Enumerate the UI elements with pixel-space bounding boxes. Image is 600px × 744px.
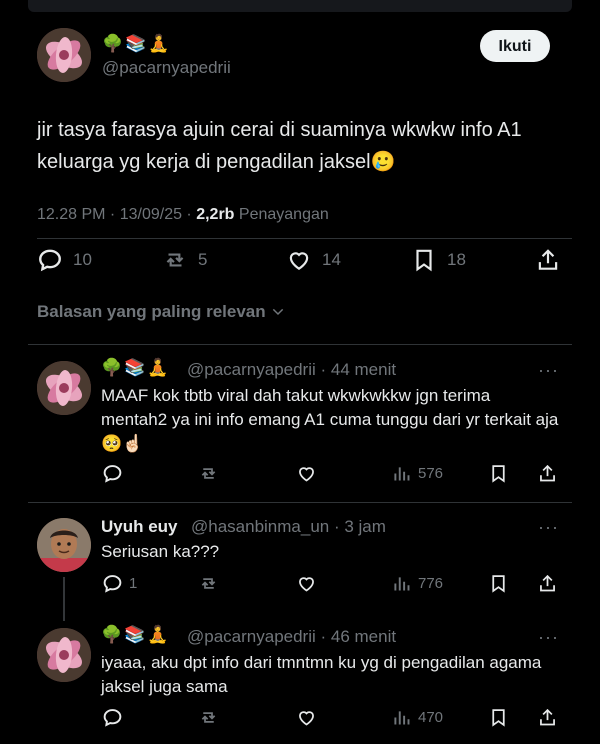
reply-button[interactable] [102, 463, 129, 484]
like-count: 14 [322, 250, 341, 269]
chevron-down-icon [272, 308, 283, 316]
profile-emojis: 🌳📚🧘 [101, 358, 171, 378]
retweet-icon [201, 712, 216, 723]
bookmark-icon [492, 575, 505, 593]
share-icon [540, 708, 555, 726]
avatar[interactable] [37, 628, 91, 682]
view-count: 576 [418, 465, 444, 482]
like-button[interactable]: 14 [286, 247, 341, 273]
flower-avatar-icon [37, 628, 91, 682]
avatar[interactable] [37, 28, 91, 82]
flower-avatar-icon [37, 361, 91, 415]
retweet-icon [201, 578, 216, 589]
share-button[interactable] [537, 573, 558, 594]
reply-text: iyaaa, aku dpt info dari tmntmn ku yg di… [101, 653, 542, 696]
view-count: 2,2rb [196, 206, 235, 223]
top-bar [28, 0, 572, 12]
like-button[interactable] [296, 463, 317, 484]
reply-text: Seriusan ka??? [101, 542, 220, 561]
retweet-icon [166, 253, 184, 267]
views-button[interactable]: 470 [391, 707, 443, 728]
thread-connector [63, 577, 65, 621]
heart-icon [289, 252, 309, 270]
more-options-icon[interactable]: ··· [538, 360, 559, 381]
views-label: Penayangan [234, 206, 329, 223]
bookmark-button[interactable]: 18 [411, 247, 466, 273]
bookmark-icon [492, 709, 505, 727]
views-button[interactable]: 776 [391, 573, 443, 594]
retweet-count: 5 [198, 250, 208, 269]
reply-handle-time[interactable]: @pacarnyapedrii · 46 menit [187, 627, 396, 647]
bookmark-button[interactable] [488, 707, 509, 728]
divider [28, 344, 572, 345]
heart-icon [299, 577, 314, 592]
share-icon [538, 249, 558, 270]
divider [37, 238, 572, 239]
view-count: 470 [418, 709, 444, 726]
reply-icon [103, 575, 122, 593]
tweet-text: jir tasya farasya ajuin cerai di suaminy… [37, 119, 522, 173]
retweet-button[interactable] [198, 707, 219, 728]
profile-emojis: 🌳📚🧘 [102, 34, 172, 54]
retweet-button[interactable]: 5 [162, 247, 207, 273]
divider [28, 502, 572, 503]
retweet-button[interactable] [198, 573, 219, 594]
reply-handle-time[interactable]: @pacarnyapedrii · 44 menit [187, 360, 396, 380]
reply-icon [103, 709, 122, 727]
share-button[interactable] [535, 247, 561, 273]
sort-replies-dropdown[interactable]: Balasan yang paling relevan [37, 302, 286, 322]
heart-icon [299, 711, 314, 726]
share-icon [540, 464, 555, 482]
reply-handle-time[interactable]: @hasanbinma_un · 3 jam [191, 517, 386, 537]
avatar[interactable] [37, 361, 91, 415]
heart-icon [299, 467, 314, 482]
views-button[interactable]: 576 [391, 463, 443, 484]
share-icon [540, 574, 555, 592]
retweet-button[interactable] [198, 463, 219, 484]
reply-button[interactable]: 10 [37, 247, 92, 273]
share-button[interactable] [537, 707, 558, 728]
author-handle[interactable]: @pacarnyapedrii [102, 58, 231, 78]
analytics-icon [394, 711, 410, 725]
bookmark-button[interactable] [488, 573, 509, 594]
person-avatar-icon [37, 518, 91, 572]
reply-button[interactable] [102, 707, 129, 728]
reply-icon [103, 465, 122, 483]
follow-button[interactable]: Ikuti [480, 30, 550, 62]
more-options-icon[interactable]: ··· [538, 627, 559, 648]
like-button[interactable] [296, 707, 317, 728]
bookmark-icon [492, 465, 505, 483]
tweet-meta: 12.28 PM · 13/09/25 · 2,2rb Penayangan [37, 206, 329, 224]
sort-label: Balasan yang paling relevan [37, 302, 266, 321]
avatar[interactable] [37, 518, 91, 572]
reply-button[interactable]: 1 [102, 573, 137, 594]
profile-emojis: 🌳📚🧘 [101, 625, 171, 645]
more-options-icon[interactable]: ··· [538, 517, 559, 538]
analytics-icon [394, 467, 410, 481]
tweet-timestamp[interactable]: 12.28 PM · 13/09/25 · [37, 206, 196, 223]
reply-count: 1 [129, 575, 138, 592]
bookmark-button[interactable] [488, 463, 509, 484]
share-button[interactable] [537, 463, 558, 484]
reply-text: MAAF kok tbtb viral dah takut wkwkwkkw j… [101, 386, 559, 453]
reply-count: 10 [73, 250, 92, 269]
reply-author-name[interactable]: Uyuh euy [101, 517, 178, 537]
flower-avatar-icon [37, 28, 91, 82]
like-button[interactable] [296, 573, 317, 594]
retweet-icon [201, 468, 216, 479]
view-count: 776 [418, 575, 444, 592]
analytics-icon [394, 577, 410, 591]
bookmark-icon [416, 249, 432, 272]
reply-icon [39, 249, 61, 272]
bookmark-count: 18 [447, 250, 466, 269]
